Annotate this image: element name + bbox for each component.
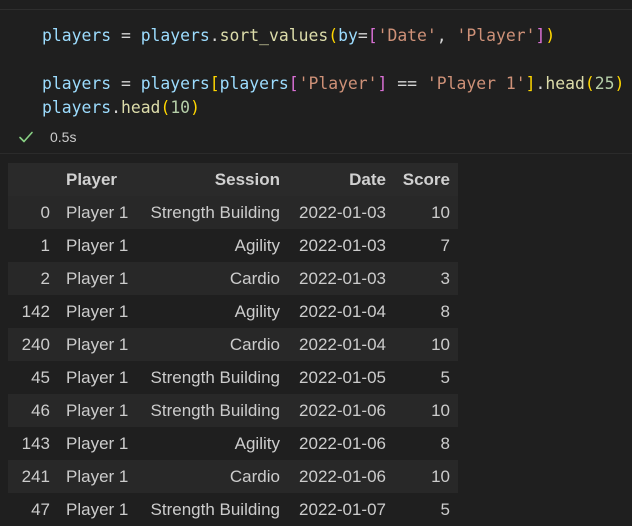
cell-player: Player 1 — [58, 427, 138, 460]
cell-score: 5 — [394, 493, 458, 526]
cell-date: 2022-01-05 — [288, 361, 394, 394]
cell-session: Agility — [138, 427, 288, 460]
row-index: 240 — [8, 328, 58, 361]
row-index: 0 — [8, 196, 58, 229]
cell-session: Agility — [138, 229, 288, 262]
cell-session: Cardio — [138, 262, 288, 295]
cell-session: Cardio — [138, 460, 288, 493]
column-header-session: Session — [138, 163, 288, 196]
cell-date: 2022-01-03 — [288, 229, 394, 262]
column-header-player: Player — [58, 163, 138, 196]
cell-player: Player 1 — [58, 460, 138, 493]
table-row: 46 Player 1 Strength Building 2022-01-06… — [8, 394, 458, 427]
cell-score: 5 — [394, 361, 458, 394]
execution-time: 0.5s — [50, 129, 77, 145]
cell-date: 2022-01-04 — [288, 328, 394, 361]
table-header-row: Player Session Date Score — [8, 163, 458, 196]
cell-score: 8 — [394, 427, 458, 460]
cell-player: Player 1 — [58, 328, 138, 361]
cell-session: Agility — [138, 295, 288, 328]
row-index: 142 — [8, 295, 58, 328]
row-index: 2 — [8, 262, 58, 295]
cell-player: Player 1 — [58, 361, 138, 394]
execution-status: 0.5s — [18, 126, 76, 148]
cell-player: Player 1 — [58, 394, 138, 427]
code-line-3: players.head(10) — [42, 98, 200, 117]
cell-date: 2022-01-04 — [288, 295, 394, 328]
cell-player: Player 1 — [58, 196, 138, 229]
table-row: 143 Player 1 Agility 2022-01-06 8 — [8, 427, 458, 460]
cell-date: 2022-01-03 — [288, 262, 394, 295]
cell-date: 2022-01-06 — [288, 427, 394, 460]
cell-score: 10 — [394, 328, 458, 361]
cell-date: 2022-01-07 — [288, 493, 394, 526]
cell-score: 8 — [394, 295, 458, 328]
cell-score: 10 — [394, 460, 458, 493]
cell-player: Player 1 — [58, 295, 138, 328]
cell-score: 3 — [394, 262, 458, 295]
cell-session: Strength Building — [138, 394, 288, 427]
code-line-1: players = players.sort_values(by=['Date'… — [42, 26, 556, 45]
table-row: 240 Player 1 Cardio 2022-01-04 10 — [8, 328, 458, 361]
cell-score: 7 — [394, 229, 458, 262]
row-index: 47 — [8, 493, 58, 526]
row-index: 1 — [8, 229, 58, 262]
cell-player: Player 1 — [58, 229, 138, 262]
cell-player: Player 1 — [58, 262, 138, 295]
row-index: 241 — [8, 460, 58, 493]
table-row: 2 Player 1 Cardio 2022-01-03 3 — [8, 262, 458, 295]
column-header-index — [8, 163, 58, 196]
row-index: 46 — [8, 394, 58, 427]
check-icon — [19, 131, 33, 143]
cell-player: Player 1 — [58, 493, 138, 526]
dataframe-output: Player Session Date Score 0 Player 1 Str… — [8, 163, 458, 526]
cell-session: Strength Building — [138, 196, 288, 229]
code-editor[interactable]: players = players.sort_values(by=['Date'… — [0, 10, 632, 122]
row-index: 45 — [8, 361, 58, 394]
row-index: 143 — [8, 427, 58, 460]
cell-session: Cardio — [138, 328, 288, 361]
table-row: 0 Player 1 Strength Building 2022-01-03 … — [8, 196, 458, 229]
cell-score: 10 — [394, 394, 458, 427]
code-line-2: players = players[players['Player'] == '… — [42, 74, 625, 93]
table-row: 45 Player 1 Strength Building 2022-01-05… — [8, 361, 458, 394]
column-header-date: Date — [288, 163, 394, 196]
output-divider — [0, 153, 632, 154]
cell-session: Strength Building — [138, 493, 288, 526]
notebook-cell: players = players.sort_values(by=['Date'… — [0, 0, 632, 526]
cell-score: 10 — [394, 196, 458, 229]
cell-date: 2022-01-03 — [288, 196, 394, 229]
table-row: 1 Player 1 Agility 2022-01-03 7 — [8, 229, 458, 262]
column-header-score: Score — [394, 163, 458, 196]
table-row: 47 Player 1 Strength Building 2022-01-07… — [8, 493, 458, 526]
table-row: 241 Player 1 Cardio 2022-01-06 10 — [8, 460, 458, 493]
cell-date: 2022-01-06 — [288, 394, 394, 427]
cell-date: 2022-01-06 — [288, 460, 394, 493]
table-row: 142 Player 1 Agility 2022-01-04 8 — [8, 295, 458, 328]
cell-session: Strength Building — [138, 361, 288, 394]
